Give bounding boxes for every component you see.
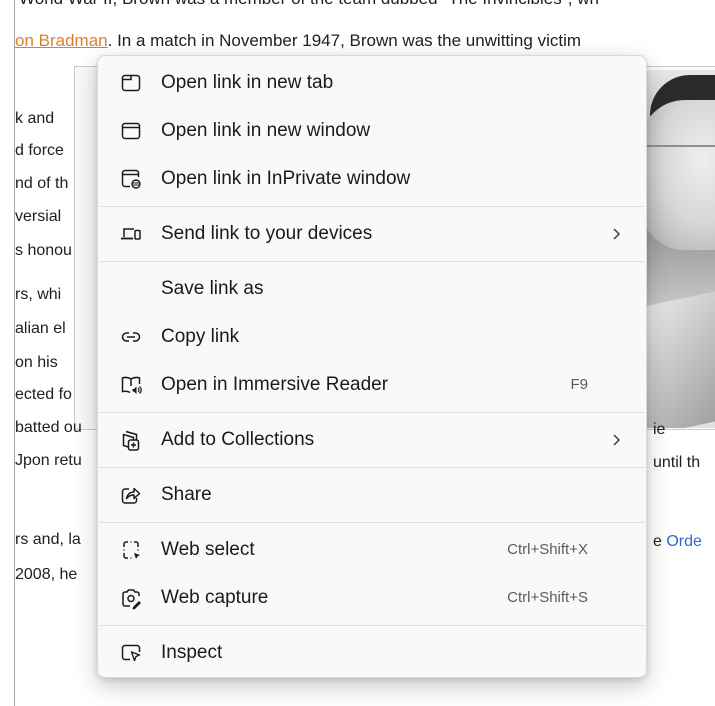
menu-separator <box>99 206 645 207</box>
menu-item-inspect[interactable]: Inspect <box>98 629 646 677</box>
menu-item-open-inprivate[interactable]: Open link in InPrivate window <box>98 155 646 203</box>
new-window-icon <box>120 120 142 142</box>
web-capture-icon <box>120 587 142 610</box>
menu-item-label: Web capture <box>161 587 269 608</box>
link-context-menu: Open link in new tab Open link in new wi… <box>97 55 647 678</box>
menu-item-label: Inspect <box>161 642 223 663</box>
article-fragment: s honou <box>15 242 72 259</box>
bradman-link[interactable]: on Bradman <box>15 31 108 50</box>
article-fragment-right: until th <box>653 454 701 471</box>
menu-separator <box>99 261 645 262</box>
menu-separator <box>99 522 645 523</box>
menu-item-open-new-tab[interactable]: Open link in new tab <box>98 59 646 107</box>
article-fragment: ected fo <box>15 386 72 403</box>
menu-item-send-to-devices[interactable]: Send link to your devices <box>98 210 646 258</box>
menu-separator <box>99 467 645 468</box>
web-select-icon <box>120 539 142 561</box>
menu-item-label: Share <box>161 484 212 505</box>
menu-item-label: Send link to your devices <box>161 223 373 244</box>
menu-item-shortcut: Ctrl+Shift+S <box>507 589 588 606</box>
menu-item-label: Save link as <box>161 278 264 299</box>
menu-item-label: Open link in new tab <box>161 72 334 93</box>
menu-item-label: Open in Immersive Reader <box>161 374 389 395</box>
devices-icon <box>120 223 142 245</box>
share-icon <box>120 484 142 506</box>
menu-item-label: Open link in InPrivate window <box>161 168 411 189</box>
article-top-line: World War II, Brown was a member of the … <box>19 0 599 10</box>
article-second-line: on Bradman. In a match in November 1947,… <box>15 30 581 52</box>
article-fragment: on his <box>15 354 58 371</box>
menu-item-label: Web select <box>161 539 255 560</box>
article-fragment: k and <box>15 110 55 127</box>
article-fragment: rs and, la <box>15 531 81 548</box>
article-second-line-text: . In a match in November 1947, Brown was… <box>107 31 582 50</box>
chevron-right-icon <box>610 428 624 452</box>
menu-item-add-to-collections[interactable]: Add to Collections <box>98 416 646 464</box>
article-fragment: 2008, he <box>15 566 78 583</box>
article-fragment: batted ou <box>15 419 82 436</box>
chevron-right-icon <box>610 222 624 246</box>
immersive-reader-icon <box>120 374 142 396</box>
link-icon <box>120 326 142 348</box>
browser-page: World War II, Brown was a member of the … <box>0 0 715 706</box>
article-fragment: alian el <box>15 320 66 337</box>
inprivate-window-icon <box>120 168 142 190</box>
article-fragment-right: ie <box>653 421 666 438</box>
article-fragment: rs, whi <box>15 286 62 303</box>
menu-item-open-new-window[interactable]: Open link in new window <box>98 107 646 155</box>
menu-item-label: Open link in new window <box>161 120 371 141</box>
menu-item-shortcut: F9 <box>570 376 588 393</box>
menu-item-web-select[interactable]: Web select Ctrl+Shift+X <box>98 526 646 574</box>
menu-item-save-link-as[interactable]: Save link as <box>98 265 646 313</box>
article-fragment: Jpon retu <box>15 452 82 469</box>
article-fragment-right: e Orde <box>653 533 702 550</box>
menu-item-shortcut: Ctrl+Shift+X <box>507 541 588 558</box>
menu-item-web-capture[interactable]: Web capture Ctrl+Shift+S <box>98 574 646 622</box>
inspect-icon <box>120 642 142 664</box>
menu-item-label: Add to Collections <box>161 429 315 450</box>
article-fragment: nd of th <box>15 175 69 192</box>
menu-item-label: Copy link <box>161 326 240 347</box>
article-fragment: versial <box>15 208 62 225</box>
collections-icon <box>120 429 142 451</box>
order-link[interactable]: Orde <box>666 533 702 550</box>
menu-item-copy-link[interactable]: Copy link <box>98 313 646 361</box>
menu-item-immersive-reader[interactable]: Open in Immersive Reader F9 <box>98 361 646 409</box>
new-tab-icon <box>120 72 142 94</box>
menu-item-share[interactable]: Share <box>98 471 646 519</box>
menu-separator <box>99 625 645 626</box>
menu-separator <box>99 412 645 413</box>
article-fragment: d force <box>15 142 64 159</box>
